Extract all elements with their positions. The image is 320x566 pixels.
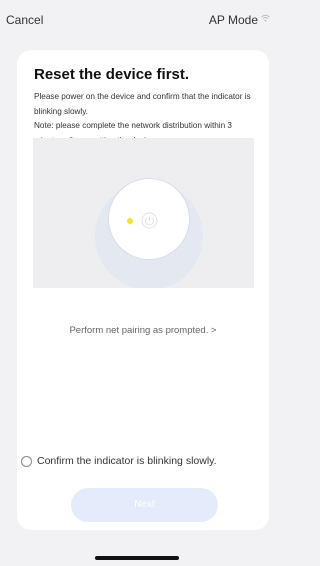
next-button[interactable]: Next bbox=[71, 488, 218, 522]
page-title: Reset the device first. bbox=[34, 66, 190, 83]
confirm-label[interactable]: Confirm the indicator is blinking slowly… bbox=[37, 455, 217, 467]
wifi-icon bbox=[261, 14, 270, 24]
home-indicator bbox=[95, 556, 179, 560]
top-bar: Cancel AP Mode bbox=[0, 0, 274, 38]
ap-mode-button[interactable]: AP Mode bbox=[209, 13, 258, 27]
net-pairing-link[interactable]: Perform net pairing as prompted. > bbox=[17, 325, 269, 336]
cancel-button[interactable]: Cancel bbox=[6, 13, 43, 27]
confirm-radio[interactable] bbox=[21, 456, 32, 467]
indicator-light-icon bbox=[127, 218, 133, 224]
power-icon bbox=[141, 212, 158, 229]
device-illustration bbox=[33, 138, 254, 288]
